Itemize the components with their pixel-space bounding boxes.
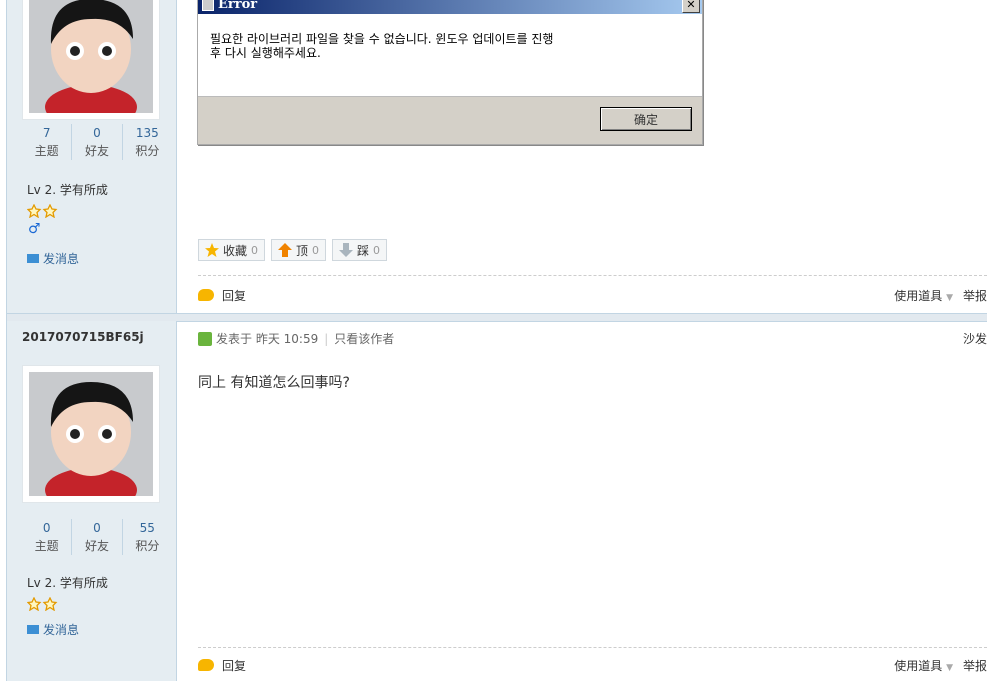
reply-label: 回复 [222, 658, 247, 673]
post-actions: 收藏 0 顶0 踩0 [198, 239, 388, 261]
author-sidebar-1: 7 主题 0 好友 135 积分 Lv 2. 学有所成 ♂ 发消息 [7, 0, 177, 313]
reply-label: 回复 [222, 288, 247, 303]
report-link[interactable]: 举报 [963, 657, 987, 674]
online-icon [198, 331, 212, 346]
stat-points[interactable]: 55 积分 [121, 519, 172, 555]
window-icon [202, 0, 214, 11]
level-stars [26, 203, 59, 219]
user-level[interactable]: Lv 2. 学有所成 [27, 181, 108, 198]
downvote-button[interactable]: 踩0 [332, 239, 388, 261]
stat-threads[interactable]: 7 主题 [22, 124, 71, 160]
male-icon: ♂ [28, 221, 41, 237]
stat-threads[interactable]: 0 主题 [22, 519, 71, 555]
divider: | [324, 331, 329, 346]
dialog-titlebar[interactable]: Error ✕ [198, 0, 702, 14]
avatar[interactable] [22, 0, 160, 120]
star-rating-icon [26, 596, 58, 612]
post-tools: 使用道具 ▼ 举报 [894, 657, 987, 674]
favorite-button[interactable]: 收藏 0 [198, 239, 266, 261]
dialog-footer: 确定 [198, 96, 702, 144]
arrow-up-icon [278, 243, 293, 257]
left-edge [0, 0, 7, 681]
send-message-label: 发消息 [43, 623, 80, 637]
author-sidebar-2: 0 主题 0 好友 55 积分 Lv 2. 学有所成 发消息 [7, 321, 177, 681]
use-tools-menu[interactable]: 使用道具 ▼ [894, 287, 953, 304]
post-footer: 回复 使用道具 ▼ 举报 [198, 286, 987, 304]
star-icon [205, 243, 219, 257]
author-stats: 0 主题 0 好友 55 积分 [22, 519, 172, 555]
username[interactable]: 2017070715BF65j [22, 330, 144, 344]
stat-friends[interactable]: 0 好友 [71, 124, 121, 160]
arrow-down-icon [339, 243, 354, 257]
chevron-down-icon: ▼ [946, 662, 953, 673]
stat-points[interactable]: 135 积分 [121, 124, 172, 160]
envelope-icon [27, 254, 39, 263]
chevron-down-icon: ▼ [946, 292, 953, 303]
divider [198, 647, 987, 648]
post-tools: 使用道具 ▼ 举报 [894, 287, 987, 304]
avatar-image [29, 0, 153, 113]
dialog-message-line: 필요한 라이브러리 파일을 찾을 수 없습니다. 윈도우 업데이트를 진행 [210, 32, 554, 46]
floor-link[interactable]: 沙发 [963, 330, 987, 347]
send-message-link[interactable]: 发消息 [27, 250, 79, 267]
upvote-button[interactable]: 顶0 [271, 239, 327, 261]
error-dialog: Error ✕ 필요한 라이브러리 파일을 찾을 수 없습니다. 윈도우 업데이… [197, 0, 703, 145]
send-message-link[interactable]: 发消息 [27, 621, 79, 638]
divider [198, 275, 987, 276]
reply-bubble-icon [198, 659, 214, 671]
use-tools-menu[interactable]: 使用道具 ▼ [894, 657, 953, 674]
dialog-title: Error [218, 0, 258, 12]
avatar[interactable] [22, 365, 160, 503]
report-link[interactable]: 举报 [963, 287, 987, 304]
author-stats: 7 主题 0 好友 135 积分 [22, 124, 172, 160]
post-time: 发表于 昨天 10:59 [216, 332, 319, 346]
reply-link[interactable]: 回复 [198, 657, 246, 674]
avatar-image [29, 372, 153, 496]
close-icon[interactable]: ✕ [682, 0, 700, 13]
user-level[interactable]: Lv 2. 学有所成 [27, 574, 108, 591]
post-info: 发表于 昨天 10:59 | 只看该作者 沙发 [198, 330, 987, 347]
post-footer: 回复 使用道具 ▼ 举报 [198, 656, 987, 674]
dialog-message-line: 후 다시 실행해주세요. [210, 46, 321, 60]
dialog-message: 필요한 라이브러리 파일을 찾을 수 없습니다. 윈도우 업데이트를 진행 후 … [198, 14, 702, 91]
reply-link[interactable]: 回复 [198, 287, 246, 304]
envelope-icon [27, 625, 39, 634]
stat-friends[interactable]: 0 好友 [71, 519, 121, 555]
ok-button[interactable]: 确定 [600, 107, 692, 131]
reply-bubble-icon [198, 289, 214, 301]
level-stars [26, 596, 59, 612]
star-rating-icon [26, 203, 58, 219]
send-message-label: 发消息 [43, 252, 80, 266]
only-author-link[interactable]: 只看该作者 [334, 330, 394, 347]
post-content: 同上 有知道怎么回事吗? [198, 375, 350, 391]
